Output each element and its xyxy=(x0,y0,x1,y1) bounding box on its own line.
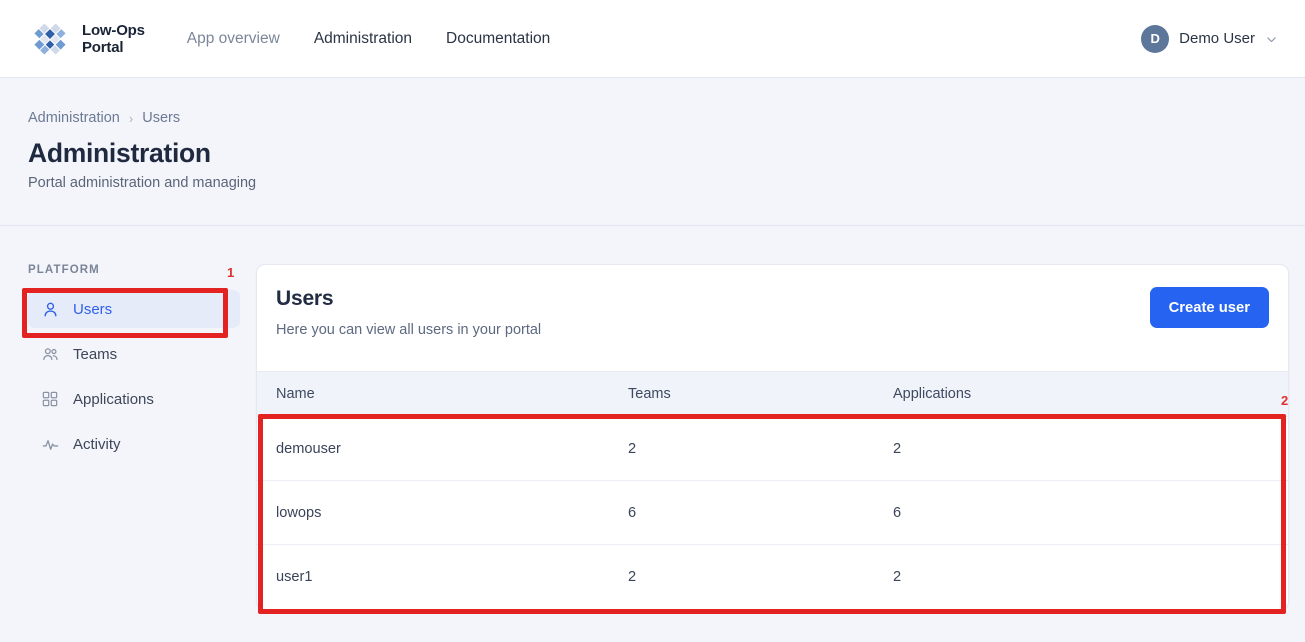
cell-name: demouser xyxy=(257,416,609,481)
cell-name: lowops xyxy=(257,480,609,545)
table-row[interactable]: demouser 2 2 xyxy=(257,416,1288,481)
sidebar-item-teams[interactable]: Teams xyxy=(28,335,240,373)
user-name: Demo User xyxy=(1179,30,1255,47)
column-header-applications[interactable]: Applications xyxy=(874,371,1288,417)
cell-applications: 2 xyxy=(874,416,1288,481)
cell-name: user1 xyxy=(257,544,609,609)
chevron-down-icon xyxy=(1265,33,1277,45)
nav-item-documentation[interactable]: Documentation xyxy=(446,30,550,48)
sidebar-section-label: PLATFORM xyxy=(28,264,100,276)
breadcrumb-item-administration[interactable]: Administration xyxy=(28,110,120,126)
cell-applications: 6 xyxy=(874,480,1288,545)
card-title: Users xyxy=(276,287,334,310)
nav-item-administration[interactable]: Administration xyxy=(314,30,412,48)
user-icon xyxy=(40,299,60,319)
sidebar-item-activity[interactable]: Activity xyxy=(28,425,240,463)
column-header-teams[interactable]: Teams xyxy=(609,371,874,417)
breadcrumb-item-users[interactable]: Users xyxy=(142,110,180,126)
sidebar-item-applications[interactable]: Applications xyxy=(28,380,240,418)
main-nav: App overview Administration Documentatio… xyxy=(187,30,551,48)
avatar: D xyxy=(1141,24,1170,53)
app-root: Low-Ops Portal App overview Administrati… xyxy=(0,0,1305,642)
users-card-header: Users Here you can view all users in you… xyxy=(257,265,1288,371)
sidebar-item-users[interactable]: Users xyxy=(28,290,240,328)
table-row[interactable]: lowops 6 6 xyxy=(257,480,1288,545)
users-table-head: Name Teams Applications xyxy=(257,371,1288,417)
brand-logo[interactable]: Low-Ops Portal xyxy=(28,17,145,61)
brand-name: Low-Ops Portal xyxy=(82,22,145,56)
sidebar-item-label: Users xyxy=(73,300,113,318)
sidebar: PLATFORM Users Teams Applications Activi… xyxy=(0,226,256,463)
users-card: Users Here you can view all users in you… xyxy=(256,264,1289,610)
card-subtitle: Here you can view all users in your port… xyxy=(276,322,542,338)
table-header-row: Name Teams Applications xyxy=(257,371,1288,417)
cell-teams: 2 xyxy=(609,544,874,609)
cell-applications: 2 xyxy=(874,544,1288,609)
brand-line2: Portal xyxy=(82,38,124,56)
activity-pulse-icon xyxy=(40,434,60,454)
nav-item-app-overview[interactable]: App overview xyxy=(187,30,280,48)
grid-squares-icon xyxy=(40,389,60,409)
page-subtitle: Portal administration and managing xyxy=(28,175,257,191)
sidebar-list: Users Teams Applications Activity xyxy=(28,290,240,463)
annotation-number-1: 1 xyxy=(227,265,235,280)
cell-teams: 2 xyxy=(609,416,874,481)
brand-line1: Low-Ops xyxy=(82,21,145,39)
cell-teams: 6 xyxy=(609,480,874,545)
breadcrumb: Administration › Users xyxy=(28,110,1305,126)
top-header: Low-Ops Portal App overview Administrati… xyxy=(0,0,1305,78)
breadcrumb-separator-icon: › xyxy=(128,110,134,126)
page-title: Administration xyxy=(28,138,211,168)
sidebar-item-label: Activity xyxy=(73,435,121,453)
create-user-button[interactable]: Create user xyxy=(1149,287,1269,328)
sidebar-item-label: Applications xyxy=(73,390,154,408)
users-table-body: demouser 2 2 lowops 6 6 user1 2 2 xyxy=(257,416,1288,609)
page-header-band: Administration › Users Administration Po… xyxy=(0,78,1305,226)
users-group-icon xyxy=(40,344,60,364)
table-row[interactable]: user1 2 2 xyxy=(257,544,1288,609)
users-table: Name Teams Applications demouser 2 2 lowops… xyxy=(257,371,1288,609)
column-header-name[interactable]: Name xyxy=(257,371,609,417)
sidebar-item-label: Teams xyxy=(73,345,118,363)
diamond-grid-logo-icon xyxy=(28,17,72,61)
annotation-number-2: 2 xyxy=(1281,393,1289,408)
user-menu[interactable]: D Demo User xyxy=(1141,24,1277,53)
